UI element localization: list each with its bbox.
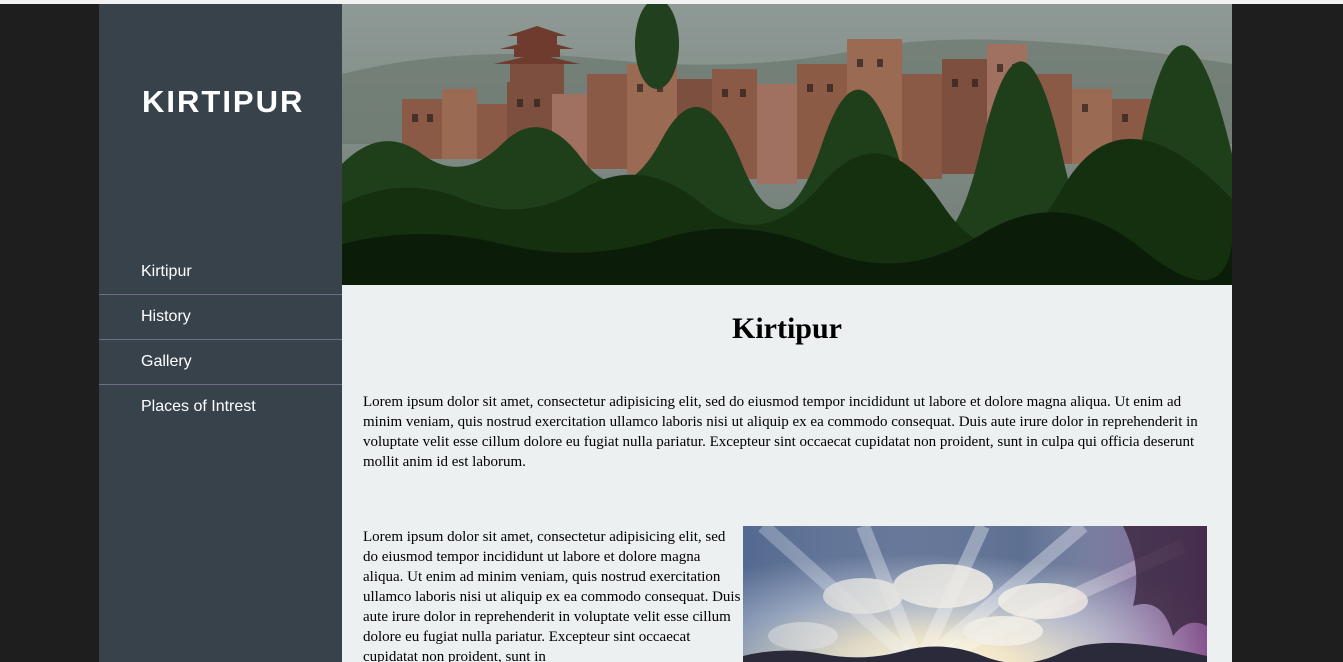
page-container: KIRTIPUR Kirtipur History Gallery Places… — [99, 4, 1232, 662]
sunrise-image — [743, 526, 1207, 662]
nav-item-places-of-intrest[interactable]: Places of Intrest — [99, 385, 342, 429]
hero-image — [342, 4, 1232, 285]
nav-item-gallery[interactable]: Gallery — [99, 340, 342, 385]
body-paragraph: Lorem ipsum dolor sit amet, consectetur … — [363, 529, 741, 662]
site-logo[interactable]: KIRTIPUR — [142, 84, 304, 120]
sidebar-nav: Kirtipur History Gallery Places of Intre… — [99, 250, 342, 429]
sidebar: KIRTIPUR Kirtipur History Gallery Places… — [99, 4, 342, 662]
nav-item-kirtipur[interactable]: Kirtipur — [99, 250, 342, 295]
page-title: Kirtipur — [732, 312, 842, 345]
nav-item-history[interactable]: History — [99, 295, 342, 340]
main-content: Kirtipur Lorem ipsum dolor sit amet, con… — [342, 4, 1232, 662]
intro-paragraph: Lorem ipsum dolor sit amet, consectetur … — [363, 394, 1198, 470]
hero-town-illustration — [342, 4, 1232, 285]
